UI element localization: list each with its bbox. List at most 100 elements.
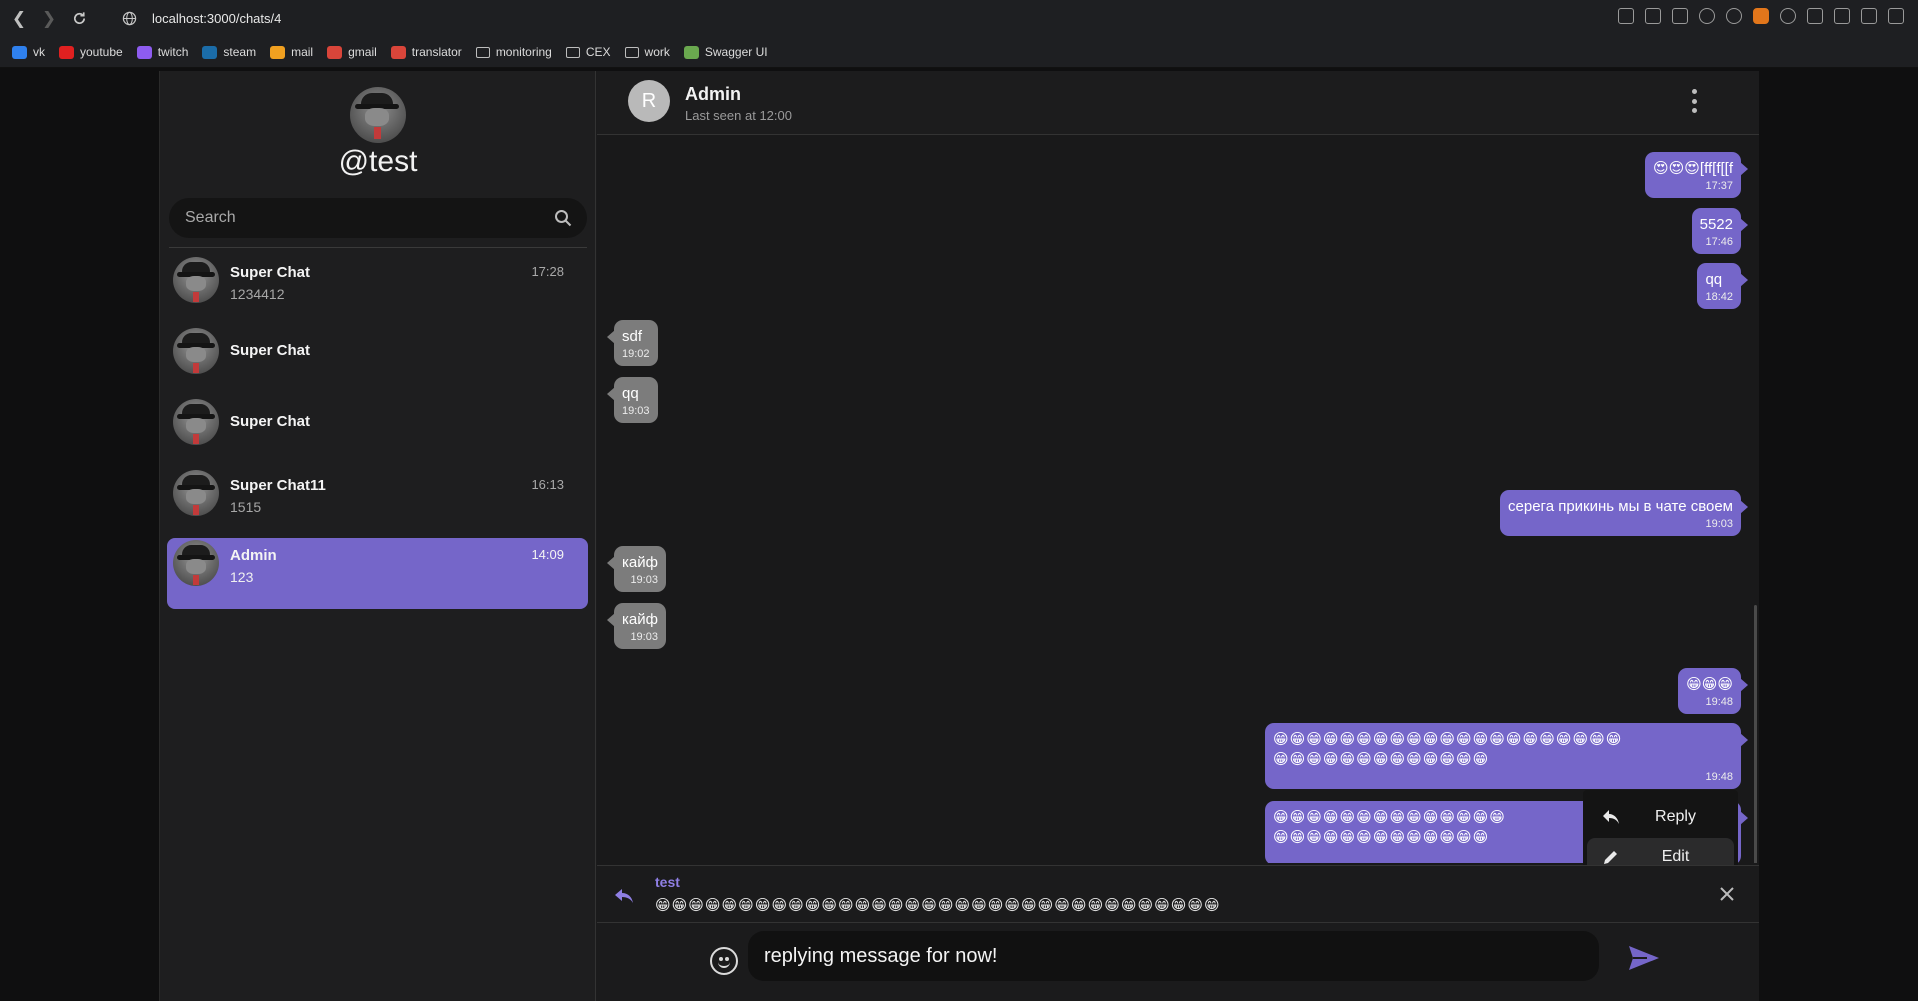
bookmark-work[interactable]: work [624,45,670,59]
outgoing-message[interactable]: 😁😁😁 19:48 [1678,668,1748,714]
message-text: серега прикинь мы в чате своем [1508,498,1733,515]
bookmark-label: mail [291,45,314,59]
steam-icon [202,45,218,59]
bookmark-label: CEX [585,45,611,59]
back-icon[interactable]: ❮ [8,8,30,30]
chat-list-item[interactable]: Super Chat11 1515 16:13 [167,468,588,526]
outgoing-message[interactable]: 😁😁😁😁😁😁😁😁😁😁😁😁😁😁😁😁😁😁😁😁😁 😁😁😁😁😁😁😁😁😁😁😁😁😁 19:48 [1265,723,1748,789]
more-options-icon[interactable] [1689,89,1699,113]
incoming-message[interactable]: sdf 19:02 [607,320,658,366]
message-text: 5522 [1699,216,1733,233]
message-text: кайф [622,554,658,571]
message-time: 19:48 [1705,696,1733,708]
contact-avatar[interactable]: R [628,80,670,122]
folder-icon [475,46,490,58]
chat-list-item[interactable]: Super Chat 1234412 17:28 [167,255,588,313]
incoming-message[interactable]: кайф 19:03 [607,546,666,592]
metamask-icon[interactable] [1753,8,1769,24]
reply-icon [615,889,633,903]
download-icon[interactable] [1861,8,1877,24]
outgoing-message[interactable]: 5522 17:46 [1691,208,1749,254]
vpn-icon[interactable] [1780,8,1796,24]
message-time: 17:37 [1705,180,1733,192]
screenshot-icon[interactable] [1807,8,1823,24]
forward-icon[interactable]: ❯ [38,8,60,30]
bookmark-vk[interactable]: vk [12,45,45,59]
browser-toolbar: ❮ ❯ localhost:3000/chats/4 [0,0,1918,37]
avatar [173,328,219,374]
bookmark-label: Swagger UI [704,45,768,59]
bookmark-steam[interactable]: steam [202,45,256,59]
menu-icon[interactable] [1888,8,1904,24]
message-text: qq [1705,271,1723,288]
cube-icon[interactable] [1834,8,1850,24]
profile-avatar[interactable] [350,87,406,143]
avatar [173,257,219,303]
message-text: 😁😁😁😁😁😁😁😁😁😁😁😁😁😁😁😁😁😁😁😁😁 😁😁😁😁😁😁😁😁😁😁😁😁😁 [1273,731,1623,768]
send-icon[interactable] [1699,8,1715,24]
context-menu-reply[interactable]: Reply [1587,798,1734,836]
bookmark-label: gmail [348,45,377,59]
chat-name: Admin [230,547,277,564]
bookmark-twitch[interactable]: twitch [136,45,189,59]
chat-app: @test Super Chat123441217:28 Super Chat Su… [159,71,1759,1001]
avatar [173,399,219,445]
avatar [173,540,219,586]
outgoing-message[interactable]: серега прикинь мы в чате своем 19:03 [1500,490,1748,536]
bookmark-label: work [644,45,670,59]
outgoing-message[interactable]: qq 18:42 [1697,263,1748,309]
scrollbar[interactable] [1754,605,1757,863]
chat-list-item[interactable]: Super Chat [167,326,588,384]
sidebar: @test Super Chat123441217:28 Super Chat Su… [160,71,596,1001]
bookmark-cex[interactable]: CEX [565,45,611,59]
search-icon[interactable] [553,208,573,228]
bookmark-gmail[interactable]: gmail [327,45,377,59]
bookmark-monitoring[interactable]: monitoring [475,45,552,59]
contact-status: Last seen at 12:00 [685,108,792,123]
bookmark-label: twitch [157,45,189,59]
chat-preview: 123 [230,569,254,585]
bookmark-label: youtube [80,45,123,59]
folder-icon [565,46,580,58]
message-time: 19:03 [622,405,650,417]
outgoing-message[interactable]: 😍😍😍[ff[f[[f 17:37 [1645,152,1748,198]
message-time: 19:02 [622,348,650,360]
heart-icon[interactable] [1726,8,1742,24]
chat-name: Super Chat11 [230,477,326,494]
chat-time: 14:09 [531,547,564,562]
chat-name: Super Chat [230,342,311,359]
browser-extensions [1618,8,1904,24]
address-bar[interactable]: localhost:3000/chats/4 [152,11,281,26]
context-menu-label: Reply [1655,808,1696,825]
message-text: 😁😁😁 [1686,676,1733,693]
close-icon[interactable] [1717,884,1737,904]
twitch-icon [136,45,152,59]
bookmark-translator[interactable]: translator [390,45,462,59]
message-time: 19:03 [1705,518,1733,530]
message-time: 17:46 [1705,236,1733,248]
bookmark-mail[interactable]: mail [270,45,313,59]
message-text: qq [622,385,639,402]
chat-name: Super Chat [230,413,311,430]
bookmark-youtube[interactable]: youtube [59,45,123,59]
chat-list-item[interactable]: Admin 123 14:09 [167,538,588,609]
reload-icon[interactable] [68,8,90,30]
incoming-message[interactable]: кайф 19:03 [607,603,666,649]
message-time: 18:42 [1705,291,1733,303]
message-list: 😍😍😍[ff[f[[f 17:37 5522 17:46 qq 18:42 sdf 19:02… [597,135,1759,863]
message-input[interactable] [748,931,1599,981]
bookmark-swagger-ui[interactable]: Swagger UI [683,45,768,59]
camera-icon[interactable] [1645,8,1661,24]
bookmark-label: vk [33,45,45,59]
share-icon[interactable] [1618,8,1634,24]
chat-list-item[interactable]: Super Chat [167,397,588,455]
shield-icon[interactable] [1672,8,1688,24]
emoji-icon[interactable] [710,947,738,975]
profile-username: @test [338,145,418,178]
globe-icon [120,10,138,28]
bookmark-label: translator [411,45,462,59]
search-input[interactable] [185,209,545,227]
incoming-message[interactable]: qq 19:03 [607,377,658,423]
message-composer [597,923,1759,1001]
send-icon[interactable] [1627,943,1661,973]
